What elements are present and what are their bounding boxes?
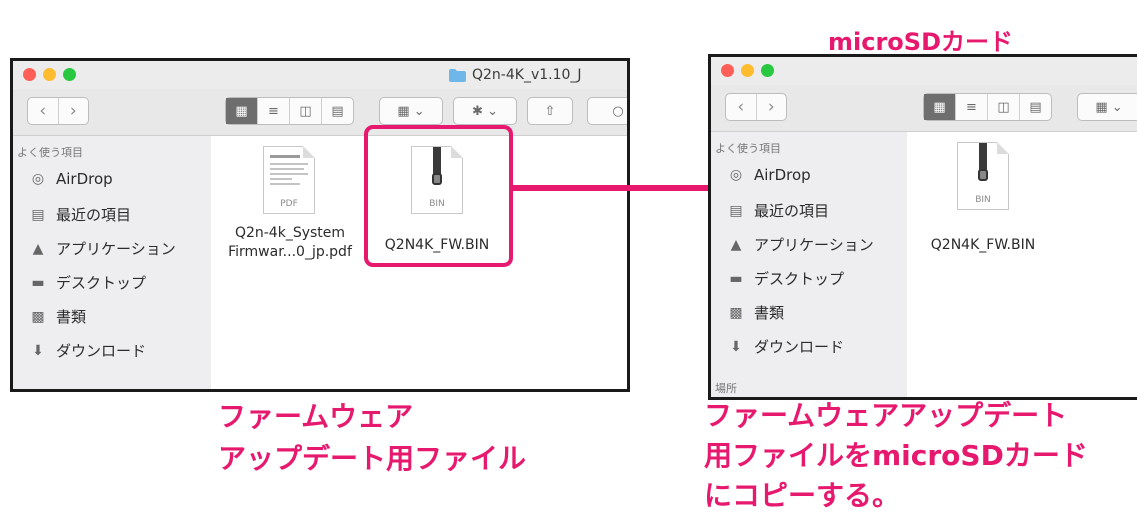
column-view-button[interactable]: ◫ bbox=[987, 94, 1019, 120]
title-bar bbox=[711, 57, 1137, 85]
sidebar-item-desktop[interactable]: ▬ デスクトップ bbox=[725, 268, 844, 289]
finder-window-microsd: ‹ › ▦ ≡ ◫ ▤ ▦ ⌄ よく使う項目 ◎ AirDrop ▤ 最近の項目… bbox=[708, 54, 1137, 400]
group-by-button[interactable]: ▦ ⌄ bbox=[1077, 93, 1137, 121]
icon-view-button[interactable]: ▦ bbox=[924, 94, 955, 120]
sidebar-item-label: 最近の項目 bbox=[754, 202, 830, 220]
sidebar-item-label: アプリケーション bbox=[754, 236, 874, 254]
list-view-button[interactable]: ≡ bbox=[955, 94, 987, 120]
downloads-icon: ⬇ bbox=[730, 338, 742, 355]
gallery-view-button[interactable]: ▤ bbox=[1019, 94, 1051, 120]
sidebar-item-recents[interactable]: ▤ 最近の項目 bbox=[725, 200, 829, 221]
close-window-button[interactable] bbox=[721, 64, 734, 77]
sidebar-item-documents[interactable]: ▩ 書類 bbox=[725, 302, 784, 323]
sidebar-item-applications[interactable]: ▲ アプリケーション bbox=[725, 234, 874, 255]
forward-button[interactable]: › bbox=[755, 94, 787, 120]
view-mode-group: ▦ ≡ ◫ ▤ bbox=[923, 93, 1052, 121]
documents-icon: ▩ bbox=[729, 304, 743, 321]
sidebar-header-locations: 場所 bbox=[715, 382, 737, 395]
desktop-icon: ▬ bbox=[729, 270, 743, 287]
sidebar-item-airdrop[interactable]: ◎ AirDrop bbox=[725, 166, 811, 184]
file-type-label: BIN bbox=[975, 195, 991, 205]
back-button[interactable]: ‹ bbox=[726, 94, 756, 120]
sidebar-item-label: デスクトップ bbox=[754, 270, 845, 288]
sidebar-item-label: AirDrop bbox=[754, 166, 811, 184]
sidebar-item-downloads[interactable]: ⬇ ダウンロード bbox=[725, 336, 844, 357]
sidebar-item-label: ダウンロード bbox=[754, 338, 845, 356]
caption-firmware-file: ファームウェア アップデート用ファイル bbox=[218, 400, 527, 475]
toolbar: ‹ › ▦ ≡ ◫ ▤ ▦ ⌄ bbox=[711, 85, 1137, 132]
airdrop-icon: ◎ bbox=[729, 167, 743, 183]
recents-icon: ▤ bbox=[729, 202, 743, 219]
bin-file-icon: BIN bbox=[957, 142, 1009, 210]
minimize-window-button[interactable] bbox=[741, 64, 754, 77]
sidebar-header-favorites: よく使う項目 bbox=[715, 142, 781, 155]
file-name: Q2N4K_FW.BIN bbox=[930, 237, 1036, 253]
caption-microsd: microSDカード bbox=[828, 28, 1013, 56]
nav-buttons: ‹ › bbox=[725, 93, 787, 121]
sidebar: よく使う項目 ◎ AirDrop ▤ 最近の項目 ▲ アプリケーション ▬ デス… bbox=[711, 132, 907, 397]
zoom-window-button[interactable] bbox=[761, 64, 774, 77]
caption-copy-instruction: ファームウェアアップデート 用ファイルをmicroSDカード にコピーする。 bbox=[704, 399, 1088, 512]
applications-icon: ▲ bbox=[730, 236, 742, 253]
file-area: BIN Q2N4K_FW.BIN bbox=[907, 132, 1137, 397]
sidebar-item-label: 書類 bbox=[754, 304, 785, 322]
